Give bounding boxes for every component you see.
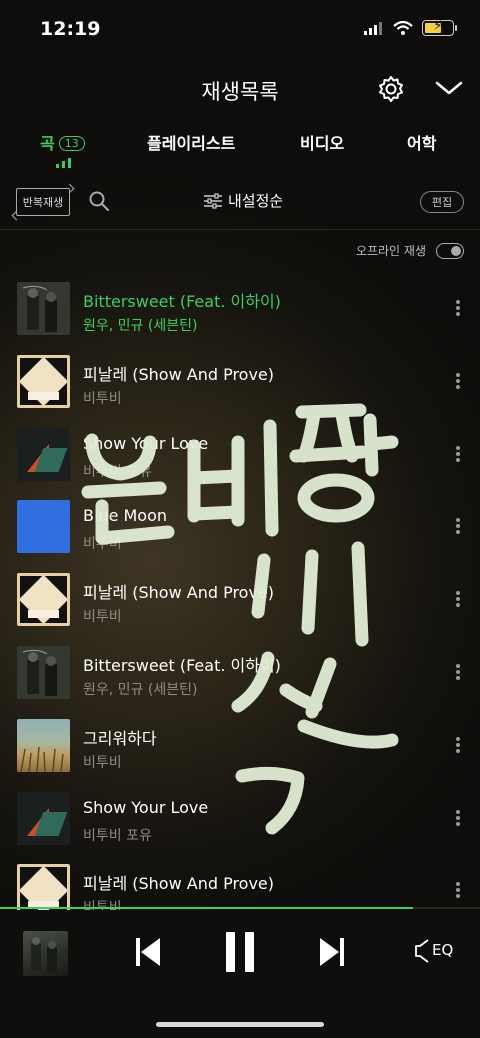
chevron-down-icon[interactable] <box>434 76 464 100</box>
next-track-icon[interactable] <box>318 936 346 968</box>
divider <box>0 229 480 230</box>
more-options-icon[interactable] <box>450 298 466 320</box>
song-list-item[interactable]: Bittersweet (Feat. 이하이) 원우, 민규 (세븐틴) <box>0 272 480 345</box>
song-list-item[interactable]: Bittersweet (Feat. 이하이) 원우, 민규 (세븐틴) <box>0 636 480 709</box>
song-title: Blue Moon <box>83 506 168 526</box>
wifi-icon <box>393 21 413 35</box>
tab-songs[interactable]: 곡 13 <box>40 130 85 154</box>
song-title: 그리워하다 <box>83 728 157 748</box>
song-artist: 원우, 민규 (세븐틴) <box>83 682 198 698</box>
song-artist: 비투비 <box>83 609 122 626</box>
tab-songs-count-badge: 13 <box>58 136 85 151</box>
sliders-icon <box>204 192 222 209</box>
song-list-item[interactable]: 피날레 (Show And Prove) 비투비 <box>0 563 480 636</box>
song-artist: 비투비 <box>83 536 122 553</box>
list-toolbar: 반복재생 내설정순 편집 <box>0 186 480 220</box>
pause-icon[interactable] <box>224 932 256 972</box>
more-options-icon[interactable] <box>450 662 466 684</box>
tab-songs-label: 곡 <box>40 134 55 153</box>
equalizer-label: EQ <box>432 941 454 959</box>
now-playing-eq-icon <box>56 158 71 168</box>
album-art <box>17 282 70 335</box>
mini-player: EQ <box>0 910 480 1038</box>
album-art <box>17 646 70 699</box>
album-art <box>17 354 70 408</box>
song-artist: 원우, 민규 (세븐틴) <box>83 318 198 334</box>
song-artist: 비투비 <box>83 390 122 407</box>
offline-playback-row: 오프라인 재생 <box>356 242 464 259</box>
more-options-icon[interactable] <box>450 444 466 466</box>
speaker-icon <box>415 939 429 963</box>
song-title: 피날레 (Show And Prove) <box>83 364 275 384</box>
more-options-icon[interactable] <box>450 735 466 757</box>
song-artist: 비투비 포유 <box>83 463 152 480</box>
signal-icon <box>364 22 382 35</box>
sort-label: 내설정순 <box>228 192 284 210</box>
more-options-icon[interactable] <box>450 880 466 902</box>
more-options-icon[interactable] <box>450 371 466 393</box>
sort-button[interactable]: 내설정순 <box>204 190 283 211</box>
playback-progress-bar[interactable] <box>0 907 480 909</box>
offline-playback-toggle[interactable] <box>436 242 464 259</box>
tab-playlists[interactable]: 플레이리스트 <box>147 130 235 154</box>
now-playing-album-art[interactable] <box>23 931 68 976</box>
tab-bar: 곡 13 플레이리스트 비디오 어학 <box>0 128 480 168</box>
tab-videos[interactable]: 비디오 <box>300 130 344 154</box>
search-icon[interactable] <box>88 190 110 212</box>
song-list-item[interactable]: 그리워하다비투비 <box>0 709 480 782</box>
song-artist: 비투비 포유 <box>83 827 152 844</box>
song-title: 피날레 (Show And Prove) <box>83 874 275 894</box>
tab-language[interactable]: 어학 <box>407 130 436 154</box>
header: 재생목록 <box>0 68 480 108</box>
home-indicator[interactable] <box>156 1022 324 1027</box>
album-art <box>17 718 70 772</box>
status-bar: 12:19 ⚡ <box>0 0 480 60</box>
settings-gear-icon[interactable] <box>376 74 406 104</box>
song-list-item[interactable]: Show Your Love 비투비 포유 <box>0 782 480 855</box>
status-icons: ⚡ <box>364 18 457 36</box>
status-time: 12:19 <box>40 18 101 40</box>
playback-progress-fill <box>0 907 413 909</box>
repeat-button[interactable]: 반복재생 <box>16 188 70 216</box>
more-options-icon[interactable] <box>450 516 466 538</box>
previous-track-icon[interactable] <box>134 936 162 968</box>
song-title: Show Your Love <box>83 797 209 817</box>
song-title: Show Your Love <box>83 433 209 453</box>
battery-icon: ⚡ <box>422 18 457 36</box>
more-options-icon[interactable] <box>450 808 466 830</box>
song-list-item[interactable]: Show Your Love 비투비 포유 <box>0 418 480 491</box>
equalizer-button[interactable]: EQ <box>414 936 458 966</box>
song-title: Bittersweet (Feat. 이하이) <box>83 292 281 311</box>
offline-playback-label: 오프라인 재생 <box>355 244 426 258</box>
song-list-item[interactable]: Blue Moon 비투비 <box>0 490 480 563</box>
more-options-icon[interactable] <box>450 589 466 611</box>
album-art <box>17 791 70 845</box>
album-art <box>17 573 70 627</box>
song-title: Bittersweet (Feat. 이하이) <box>83 656 281 675</box>
song-list-item[interactable]: 피날레 (Show And Prove) 비투비 <box>0 345 480 418</box>
song-artist: 비투비 <box>83 754 122 771</box>
page-title: 재생목록 <box>201 80 279 104</box>
edit-button[interactable]: 편집 <box>420 191 464 213</box>
album-art <box>17 500 70 554</box>
album-art <box>17 427 70 481</box>
song-title: 피날레 (Show And Prove) <box>83 583 275 603</box>
